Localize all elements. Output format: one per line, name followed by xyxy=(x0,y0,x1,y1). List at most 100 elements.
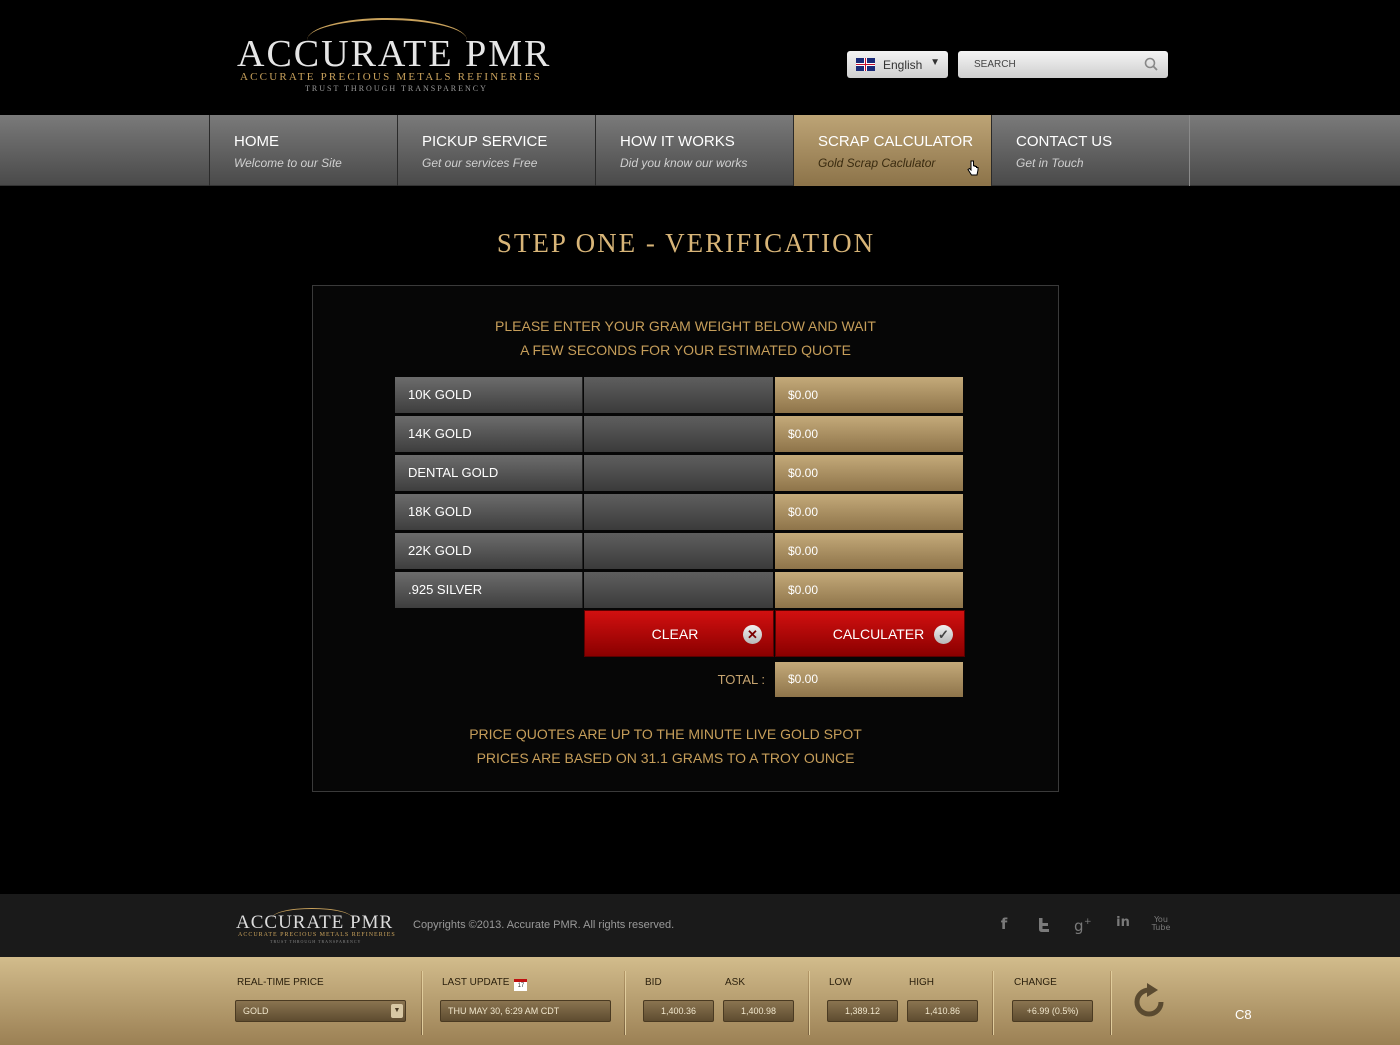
nav-title: SCRAP CALCULATOR xyxy=(818,133,974,150)
linkedin-icon[interactable]: in xyxy=(1112,915,1134,935)
ticker-divider xyxy=(1110,971,1112,1035)
search-input[interactable] xyxy=(974,59,1134,70)
uk-flag-icon xyxy=(856,58,875,71)
twitter-icon[interactable] xyxy=(1033,915,1055,935)
realtime-price-label: REAL-TIME PRICE xyxy=(237,977,324,988)
quote-value: $0.00 xyxy=(775,494,963,530)
footer-logo-motto: TRUST THROUGH TRANSPARENCY xyxy=(270,939,362,944)
high-label: HIGH xyxy=(909,977,934,988)
logo-name: ACCURATE PMR xyxy=(237,33,552,75)
site-header: ACCURATE PMR ACCURATE PRECIOUS METALS RE… xyxy=(0,0,1400,115)
price-ticker: REAL-TIME PRICE GOLD ▼ LAST UPDATE 17 THU… xyxy=(0,957,1400,1045)
weight-input-10k-gold[interactable] xyxy=(584,377,773,413)
nav-title: PICKUP SERVICE xyxy=(422,133,548,150)
low-label: LOW xyxy=(829,977,852,988)
quote-value: $0.00 xyxy=(775,533,963,569)
metal-label: 10K GOLD xyxy=(395,377,583,413)
change-value: +6.99 (0.5%) xyxy=(1012,1000,1093,1022)
metal-select[interactable]: GOLD ▼ xyxy=(235,1000,406,1022)
clear-button-label: CLEAR xyxy=(651,626,699,642)
instructions-line-1: PLEASE ENTER YOUR GRAM WEIGHT BELOW AND … xyxy=(495,318,876,334)
copyright-text: Copyrights ©2013. Accurate PMR. All righ… xyxy=(413,919,675,931)
nav-subtitle: Welcome to our Site xyxy=(234,156,342,170)
footer-logo[interactable]: ACCURATE PMR ACCURATE PRECIOUS METALS RE… xyxy=(236,908,395,944)
calc-row-925-silver: .925 SILVER $0.00 xyxy=(395,572,965,608)
nav-title: HOW IT WORKS xyxy=(620,133,735,150)
nav-item-pickup-service[interactable]: PICKUP SERVICE Get our services Free xyxy=(397,115,596,186)
calculate-button[interactable]: CALCULATER ✓ xyxy=(775,610,965,657)
calc-row-14k-gold: 14K GOLD $0.00 xyxy=(395,416,965,452)
calc-row-10k-gold: 10K GOLD $0.00 xyxy=(395,377,965,413)
total-value: $0.00 xyxy=(775,662,963,697)
instructions-line-2: A FEW SECONDS FOR YOUR ESTIMATED QUOTE xyxy=(520,342,851,358)
youtube-icon[interactable]: You Tube xyxy=(1150,916,1172,936)
language-label: English xyxy=(883,57,923,72)
quote-value: $0.00 xyxy=(775,455,963,491)
main-nav: HOME Welcome to our Site PICKUP SERVICE … xyxy=(0,115,1400,186)
clear-button[interactable]: CLEAR ✕ xyxy=(584,610,774,657)
pricing-note-line-1: PRICE QUOTES ARE UP TO THE MINUTE LIVE G… xyxy=(469,726,862,742)
google-plus-icon[interactable]: g + xyxy=(1073,915,1095,935)
site-logo[interactable]: ACCURATE PMR ACCURATE PRECIOUS METALS RE… xyxy=(237,18,549,96)
bid-value: 1,400.36 xyxy=(643,1000,714,1022)
dropdown-arrow-icon: ▼ xyxy=(391,1004,403,1018)
quote-value: $0.00 xyxy=(775,377,963,413)
svg-text:g: g xyxy=(1074,917,1084,935)
calculator-instructions: PLEASE ENTER YOUR GRAM WEIGHT BELOW AND … xyxy=(313,314,1058,362)
nav-item-contact-us[interactable]: CONTACT US Get in Touch xyxy=(991,115,1190,186)
total-label: TOTAL : xyxy=(717,672,765,687)
nav-title: HOME xyxy=(234,133,279,150)
high-value: 1,410.86 xyxy=(907,1000,978,1022)
nav-title: CONTACT US xyxy=(1016,133,1113,150)
last-update-label: LAST UPDATE 17 xyxy=(442,977,528,991)
corner-code: C8 xyxy=(1235,1007,1252,1022)
weight-input-18k-gold[interactable] xyxy=(584,494,773,530)
ticker-divider xyxy=(421,971,423,1035)
facebook-icon[interactable]: f xyxy=(993,915,1015,935)
calc-row-22k-gold: 22K GOLD $0.00 xyxy=(395,533,965,569)
weight-input-dental-gold[interactable] xyxy=(584,455,773,491)
last-update-value: THU MAY 30, 6:29 AM CDT xyxy=(440,1000,611,1022)
logo-motto: TRUST THROUGH TRANSPARENCY xyxy=(305,84,488,93)
site-footer: ACCURATE PMR ACCURATE PRECIOUS METALS RE… xyxy=(0,894,1400,957)
change-label: CHANGE xyxy=(1014,977,1057,988)
ticker-divider xyxy=(808,971,810,1035)
nav-item-scrap-calculator[interactable]: SCRAP CALCULATOR Gold Scrap Caclulator xyxy=(793,115,992,186)
calendar-icon: 17 xyxy=(514,979,528,991)
close-icon: ✕ xyxy=(743,625,762,644)
last-update-text: LAST UPDATE xyxy=(442,977,510,988)
metal-select-value: GOLD xyxy=(243,1006,269,1016)
refresh-icon[interactable] xyxy=(1128,981,1170,1023)
calculator-panel: PLEASE ENTER YOUR GRAM WEIGHT BELOW AND … xyxy=(312,285,1059,792)
low-value: 1,389.12 xyxy=(827,1000,898,1022)
quote-value: $0.00 xyxy=(775,416,963,452)
weight-input-14k-gold[interactable] xyxy=(584,416,773,452)
page-title: STEP ONE - VERIFICATION xyxy=(496,228,876,258)
nav-subtitle: Get our services Free xyxy=(422,156,538,170)
nav-subtitle: Did you know our works xyxy=(620,156,748,170)
metal-label: DENTAL GOLD xyxy=(395,455,583,491)
bid-label: BID xyxy=(645,977,662,988)
ask-value: 1,400.98 xyxy=(723,1000,794,1022)
metal-label: .925 SILVER xyxy=(395,572,583,608)
search-box xyxy=(958,51,1168,78)
metal-label: 22K GOLD xyxy=(395,533,583,569)
search-icon[interactable] xyxy=(1144,57,1158,71)
nav-item-home[interactable]: HOME Welcome to our Site xyxy=(209,115,398,186)
svg-text:+: + xyxy=(1084,917,1092,927)
weight-input-22k-gold[interactable] xyxy=(584,533,773,569)
checkmark-icon: ✓ xyxy=(934,625,953,644)
ask-label: ASK xyxy=(725,977,746,988)
footer-logo-name: ACCURATE PMR xyxy=(236,912,394,933)
ticker-divider xyxy=(992,971,994,1035)
logo-tagline: ACCURATE PRECIOUS METALS REFINERIES xyxy=(240,71,542,83)
nav-subtitle: Gold Scrap Caclulator xyxy=(818,156,936,170)
hand-cursor-icon xyxy=(967,160,979,176)
weight-input-925-silver[interactable] xyxy=(584,572,773,608)
footer-logo-tagline: ACCURATE PRECIOUS METALS REFINERIES xyxy=(238,932,396,938)
quote-value: $0.00 xyxy=(775,572,963,608)
nav-item-how-it-works[interactable]: HOW IT WORKS Did you know our works xyxy=(595,115,794,186)
calc-row-dental-gold: DENTAL GOLD $0.00 xyxy=(395,455,965,491)
metal-label: 18K GOLD xyxy=(395,494,583,530)
language-selector[interactable]: English ▼ xyxy=(847,51,948,78)
